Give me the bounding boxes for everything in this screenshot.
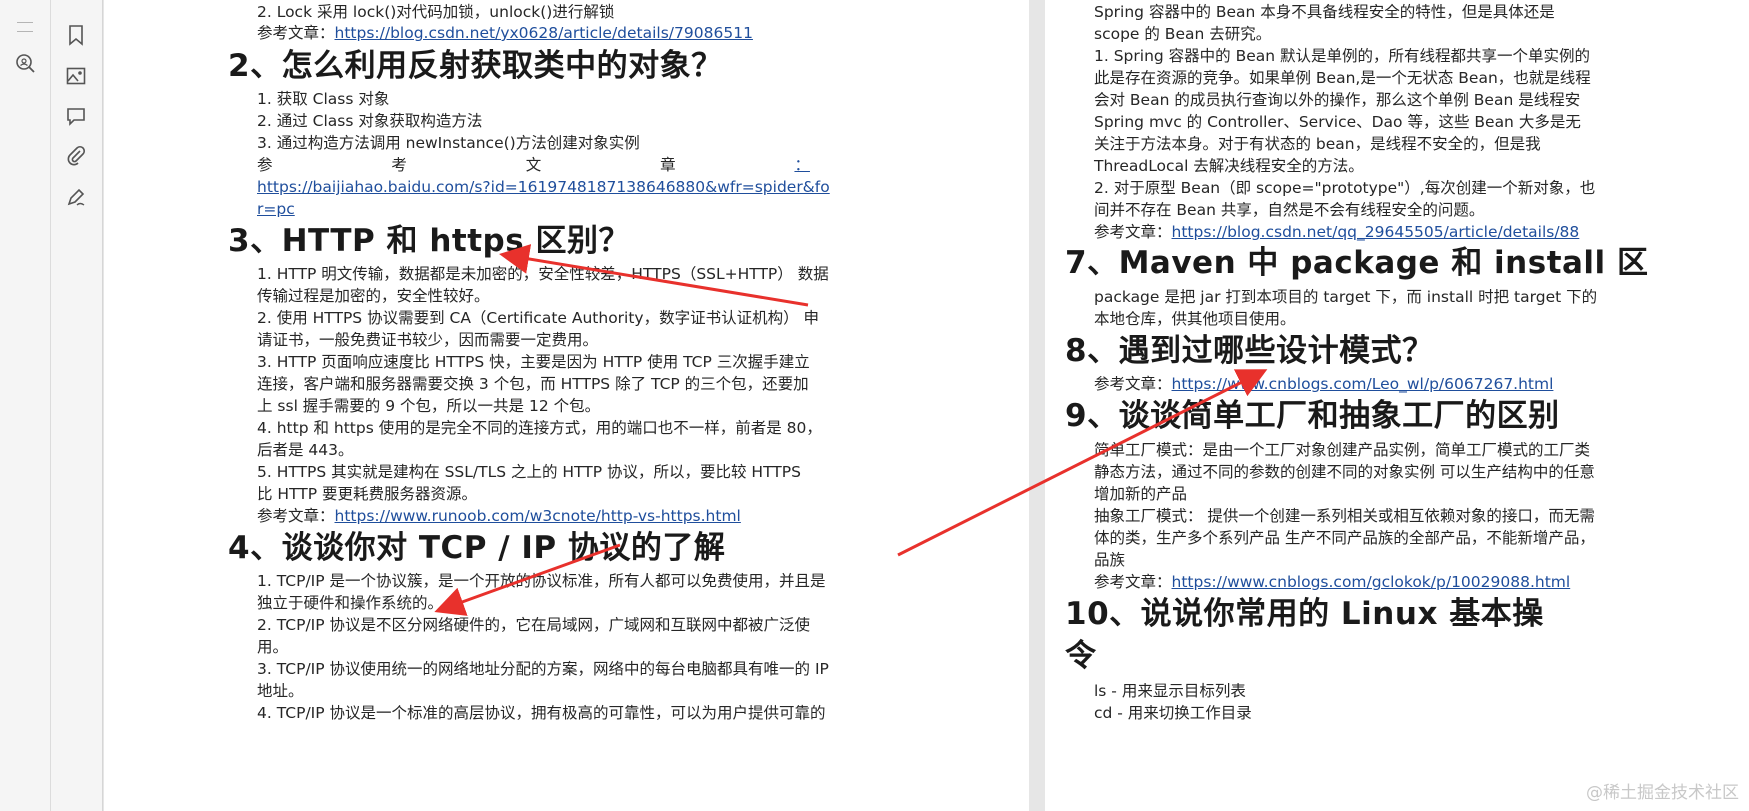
text-line: 5. HTTPS 其实就是建构在 SSL/TLS 之上的 HTTP 协议，所以，… bbox=[257, 463, 801, 481]
reference-line: 参考文章：https://www.runoob.com/w3cnote/http… bbox=[257, 505, 741, 527]
document-page-right: Spring 容器中的 Bean 本身不具备线程安全的特性，但是具体还是 sco… bbox=[1045, 0, 1749, 811]
text-line: Spring 容器中的 Bean 本身不具备线程安全的特性，但是具体还是 bbox=[1094, 3, 1555, 21]
text-line: 2. TCP/IP 协议是不区分网络硬件的，它在局域网，广域网和互联网中都被广泛… bbox=[257, 616, 811, 634]
text-line: 后者是 443。 bbox=[257, 441, 354, 459]
reference-link[interactable]: https://baijiahao.baidu.com/s?id=1619748… bbox=[257, 176, 830, 198]
reference-label: 参考文章： bbox=[1094, 573, 1172, 591]
text-line: 会对 Bean 的成员执行查询以外的操作，那么这个单例 Bean 是线程安 bbox=[1094, 91, 1581, 109]
text-line: 1. TCP/IP 是一个协议簇，是一个开放的协议标准，所有人都可以免费使用，并… bbox=[257, 572, 826, 590]
text-line: 连接，客户端和服务器需要交换 3 个包，而 HTTPS 除了 TCP 的三个包，… bbox=[257, 375, 809, 393]
reference-label: 参考文章： bbox=[1094, 375, 1172, 393]
watermark: @稀土掘金技术社区 bbox=[1586, 783, 1739, 803]
text-line: 1. Spring 容器中的 Bean 默认是单例的，所有线程都共享一个单实例的 bbox=[1094, 47, 1591, 65]
text-line: scope 的 Bean 去研究。 bbox=[1094, 25, 1272, 43]
reference-link[interactable]: https://blog.csdn.net/qq_29645505/articl… bbox=[1172, 223, 1580, 241]
text-line: 抽象工厂模式： 提供一个创建一系列相关或相互依赖对象的接口，而无需 bbox=[1094, 507, 1595, 525]
text-line: 上 ssl 握手需要的 9 个包，所以一共是 12 个包。 bbox=[257, 397, 601, 415]
page-gap bbox=[1029, 0, 1045, 811]
reference-link[interactable]: r=pc bbox=[257, 198, 295, 220]
zoom-search-icon[interactable] bbox=[14, 52, 36, 74]
reference-line-justified: 参 考 文 章 ： bbox=[257, 154, 810, 176]
text-line: 地址。 bbox=[257, 682, 304, 700]
text-line: 品族 bbox=[1094, 551, 1126, 569]
text-line: 静态方法，通过不同的参数的创建不同的对象实例 可以生产结构中的任意 bbox=[1094, 463, 1595, 481]
section-heading: 8、遇到过哪些设计模式？ bbox=[1065, 333, 1434, 369]
section-heading: 10、说说你常用的 Linux 基本操 bbox=[1065, 596, 1544, 632]
tool-strip bbox=[51, 0, 103, 811]
text-line: 2. 对于原型 Bean（即 scope="prototype"）,每次创建一个… bbox=[1094, 179, 1596, 197]
reference-link-part-1[interactable]: https://baijiahao.baidu.com/s?id=1619748… bbox=[257, 178, 830, 196]
reference-label: 参考文章： bbox=[257, 24, 335, 42]
text-line: package 是把 jar 打到本项目的 target 下，而 install… bbox=[1094, 288, 1598, 306]
section-heading-continued: 令 bbox=[1065, 638, 1097, 674]
section-heading: 4、谈谈你对 TCP / IP 协议的了解 bbox=[228, 530, 726, 566]
comment-icon[interactable] bbox=[65, 105, 87, 127]
ref-char: 章 bbox=[660, 156, 676, 174]
section-heading: 7、Maven 中 package 和 install 区 bbox=[1065, 245, 1649, 281]
text-line: 本地仓库，供其他项目使用。 bbox=[1094, 310, 1296, 328]
text-line: 增加新的产品 bbox=[1094, 485, 1188, 503]
text-line: 此是存在资源的竞争。如果单例 Bean,是一个无状态 Bean，也就是线程 bbox=[1094, 69, 1591, 87]
drag-handle-icon[interactable] bbox=[17, 22, 33, 32]
ref-char: ： bbox=[794, 156, 810, 174]
bookmark-icon[interactable] bbox=[65, 24, 87, 46]
reference-line: 参考文章：https://www.cnblogs.com/Leo_wl/p/60… bbox=[1094, 373, 1553, 395]
ref-char: 参 bbox=[257, 156, 273, 174]
reference-line: 参考文章：https://www.cnblogs.com/gclokok/p/1… bbox=[1094, 571, 1570, 593]
text-line: 独立于硬件和操作系统的。 bbox=[257, 594, 444, 612]
text-line: 请证书，一般免费证书较少，因而需要一定费用。 bbox=[257, 331, 599, 349]
text-line: 用。 bbox=[257, 638, 289, 656]
reference-link[interactable]: https://www.cnblogs.com/Leo_wl/p/6067267… bbox=[1172, 375, 1554, 393]
reference-link[interactable]: https://blog.csdn.net/yx0628/article/det… bbox=[335, 24, 753, 42]
text-line: 3. 通过构造方法调用 newInstance()方法创建对象实例 bbox=[257, 134, 640, 152]
text-line: ThreadLocal 去解决线程安全的方法。 bbox=[1094, 157, 1364, 175]
reference-line: 参考文章：https://blog.csdn.net/qq_29645505/a… bbox=[1094, 221, 1579, 243]
text-line: 2. Lock 采用 lock()对代码加锁，unlock()进行解锁 bbox=[257, 3, 615, 21]
text-line: 简单工厂模式：是由一个工厂对象创建产品实例，简单工厂模式的工厂类 bbox=[1094, 441, 1591, 459]
reference-link[interactable]: https://www.cnblogs.com/gclokok/p/100290… bbox=[1172, 573, 1571, 591]
image-icon[interactable] bbox=[65, 65, 87, 87]
text-line: 3. TCP/IP 协议使用统一的网络地址分配的方案，网络中的每台电脑都具有唯一… bbox=[257, 660, 829, 678]
text-line: 传输过程是加密的，安全性较好。 bbox=[257, 287, 490, 305]
reference-line: 参考文章：https://blog.csdn.net/yx0628/articl… bbox=[257, 22, 753, 44]
section-heading: 2、怎么利用反射获取类中的对象？ bbox=[228, 48, 723, 84]
reference-label: 参考文章： bbox=[257, 507, 335, 525]
text-line: 2. 使用 HTTPS 协议需要到 CA（Certificate Authori… bbox=[257, 309, 820, 327]
text-line: 间并不存在 Bean 共享，自然是不会有线程安全的问题。 bbox=[1094, 201, 1485, 219]
text-line: 4. http 和 https 使用的是完全不同的连接方式，用的端口也不一样，前… bbox=[257, 419, 822, 437]
reference-link-part-2[interactable]: r=pc bbox=[257, 200, 295, 218]
text-line: 1. HTTP 明文传输，数据都是未加密的，安全性较差，HTTPS（SSL+HT… bbox=[257, 265, 829, 283]
section-heading: 3、HTTP 和 https 区别？ bbox=[228, 223, 630, 259]
text-line: ls - 用来显示目标列表 bbox=[1094, 682, 1246, 700]
section-heading: 9、谈谈简单工厂和抽象工厂的区别 bbox=[1065, 398, 1560, 434]
text-line: 关注于方法本身。对于有状态的 bean，是线程不安全的，但是我 bbox=[1094, 135, 1541, 153]
text-line: 体的类，生产多个系列产品 生产不同产品族的全部产品，不能新增产品， bbox=[1094, 529, 1595, 547]
text-line: cd - 用来切换工作目录 bbox=[1094, 704, 1252, 722]
ref-char: 考 bbox=[391, 156, 407, 174]
attachment-icon[interactable] bbox=[65, 145, 87, 167]
reference-label: 参考文章： bbox=[1094, 223, 1172, 241]
text-line: 3. HTTP 页面响应速度比 HTTPS 快，主要是因为 HTTP 使用 TC… bbox=[257, 353, 810, 371]
reference-link[interactable]: https://www.runoob.com/w3cnote/http-vs-h… bbox=[335, 507, 741, 525]
text-line: Spring mvc 的 Controller、Service、Dao 等，这些… bbox=[1094, 113, 1581, 131]
text-line: 4. TCP/IP 协议是一个标准的高层协议，拥有极高的可靠性，可以为用户提供可… bbox=[257, 704, 826, 722]
text-line: 2. 通过 Class 对象获取构造方法 bbox=[257, 112, 483, 130]
sidebar-rail bbox=[0, 0, 51, 811]
signature-pen-icon[interactable] bbox=[65, 186, 87, 208]
document-page-left: 2. Lock 采用 lock()对代码加锁，unlock()进行解锁 参考文章… bbox=[104, 0, 1029, 811]
ref-char: 文 bbox=[525, 156, 542, 174]
text-line: 比 HTTP 要更耗费服务器资源。 bbox=[257, 485, 478, 503]
text-line: 1. 获取 Class 对象 bbox=[257, 90, 390, 108]
